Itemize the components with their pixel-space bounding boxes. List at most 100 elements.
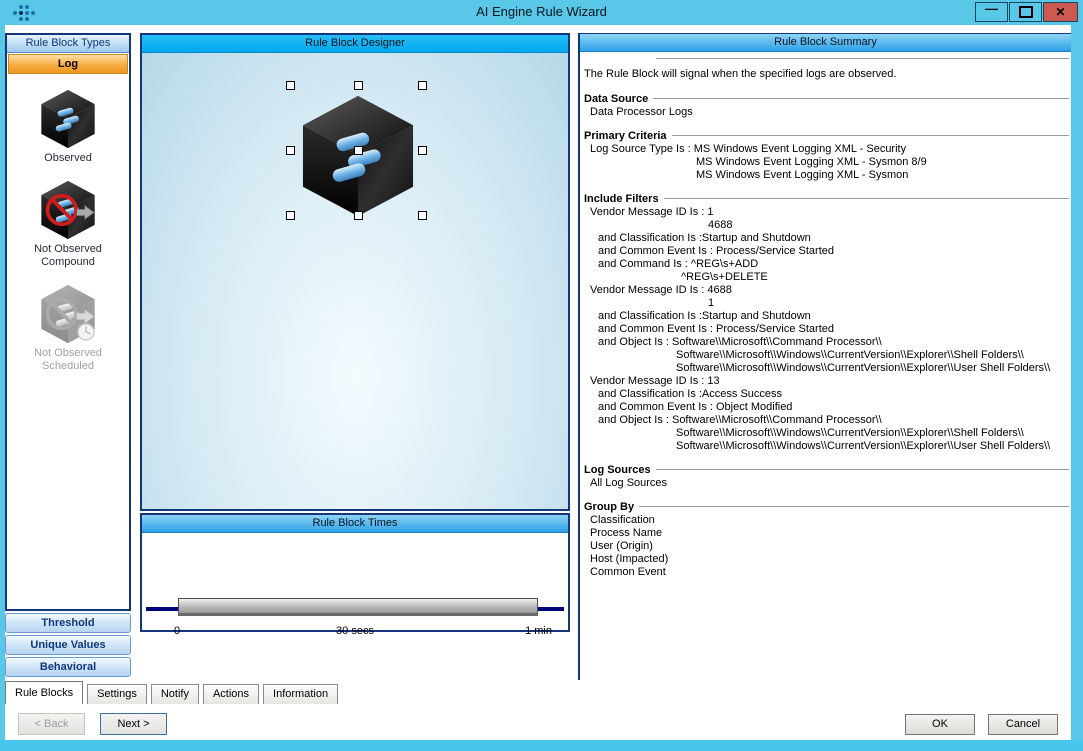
selection-handle[interactable]	[354, 211, 363, 220]
summary-line: MS Windows Event Logging XML - Sysmon	[584, 169, 1069, 182]
rule-type-label: Not Observed Scheduled	[25, 347, 111, 373]
selection-handle[interactable]	[286, 146, 295, 155]
window-title: AI Engine Rule Wizard	[0, 4, 1083, 19]
summary-line: and Common Event Is : Process/Service St…	[584, 245, 1069, 258]
unique-values-category-button[interactable]: Unique Values	[5, 635, 131, 655]
observed-cube-icon	[37, 88, 99, 150]
summary-section-title: Data Source	[584, 93, 648, 106]
summary-section-title: Primary Criteria	[584, 130, 667, 143]
summary-section: Group ByClassificationProcess NameUser (…	[584, 501, 1069, 579]
summary-line: Classification	[584, 514, 1069, 527]
tab-notify[interactable]: Notify	[151, 684, 199, 704]
back-button[interactable]: < Back	[18, 713, 85, 735]
designer-canvas[interactable]	[142, 52, 568, 509]
cancel-button[interactable]: Cancel	[988, 714, 1058, 735]
tab-actions[interactable]: Actions	[203, 684, 259, 704]
rule-block-times-header: Rule Block Times	[142, 515, 568, 533]
tick-label-end: 1 min	[525, 625, 552, 637]
tab-rule-blocks[interactable]: Rule Blocks	[5, 681, 83, 704]
summary-line: Log Source Type Is : MS Windows Event Lo…	[584, 143, 1069, 156]
rule-type-label: Not Observed Compound	[25, 243, 111, 269]
section-divider	[664, 198, 1069, 202]
summary-section-title: Group By	[584, 501, 634, 514]
summary-body: The Rule Block will signal when the spec…	[580, 52, 1071, 579]
rule-block-cube[interactable]	[294, 92, 422, 220]
summary-line: Vendor Message ID Is : 13	[584, 375, 1069, 388]
selection-handle[interactable]	[418, 146, 427, 155]
rule-block-times-panel: Rule Block Times 0 30 secs 1 min	[140, 513, 570, 632]
rule-type-not-observed-scheduled[interactable]: Not Observed Scheduled	[7, 283, 129, 373]
summary-section: Log SourcesAll Log Sources	[584, 464, 1069, 490]
summary-line: and Classification Is :Startup and Shutd…	[584, 232, 1069, 245]
time-slider-range[interactable]	[178, 598, 538, 616]
rule-block-designer-header: Rule Block Designer	[142, 35, 568, 53]
summary-line: Common Event	[584, 566, 1069, 579]
selection-handle[interactable]	[418, 81, 427, 90]
summary-line: Vendor Message ID Is : 1	[584, 206, 1069, 219]
summary-section: Data SourceData Processor Logs	[584, 93, 1069, 119]
maximize-button[interactable]	[1009, 2, 1042, 22]
rule-type-label: Observed	[7, 152, 129, 165]
rule-type-not-observed-compound[interactable]: Not Observed Compound	[7, 179, 129, 269]
behavioral-category-button[interactable]: Behavioral	[5, 657, 131, 677]
summary-line: and Classification Is :Access Success	[584, 388, 1069, 401]
selection-handle[interactable]	[286, 81, 295, 90]
time-slider: 0 30 secs 1 min	[142, 533, 568, 633]
summary-line: and Object Is : Software\\Microsoft\\Com…	[584, 336, 1069, 349]
title-bar: AI Engine Rule Wizard — ✕	[0, 0, 1083, 25]
summary-line: All Log Sources	[584, 477, 1069, 490]
summary-line: and Common Event Is : Process/Service St…	[584, 323, 1069, 336]
summary-line: and Common Event Is : Object Modified	[584, 401, 1069, 414]
tab-settings[interactable]: Settings	[87, 684, 147, 704]
maximize-icon	[1019, 6, 1033, 18]
summary-line: Process Name	[584, 527, 1069, 540]
summary-line: Host (Impacted)	[584, 553, 1069, 566]
summary-line: Software\\Microsoft\\Windows\\CurrentVer…	[584, 362, 1069, 375]
rule-block-types-panel: Rule Block Types Log Observed Not Observ…	[5, 33, 131, 611]
section-divider	[653, 98, 1069, 102]
summary-intro: The Rule Block will signal when the spec…	[584, 68, 1069, 81]
rule-block-designer-panel: Rule Block Designer	[140, 33, 570, 511]
minimize-button[interactable]: —	[975, 2, 1008, 22]
summary-line: ^REG\s+DELETE	[584, 271, 1069, 284]
summary-line: Software\\Microsoft\\Windows\\CurrentVer…	[584, 427, 1069, 440]
not-observed-scheduled-icon	[37, 283, 99, 345]
tab-strip: Rule BlocksSettingsNotifyActionsInformat…	[5, 681, 342, 704]
summary-line: Software\\Microsoft\\Windows\\CurrentVer…	[584, 440, 1069, 453]
selection-handle[interactable]	[286, 211, 295, 220]
threshold-category-button[interactable]: Threshold	[5, 613, 131, 633]
selection-handle[interactable]	[354, 81, 363, 90]
next-button[interactable]: Next >	[100, 713, 167, 735]
summary-section: Include FiltersVendor Message ID Is : 14…	[584, 193, 1069, 453]
summary-line: and Object Is : Software\\Microsoft\\Com…	[584, 414, 1069, 427]
rule-block-types-header: Rule Block Types	[7, 35, 129, 53]
tab-information[interactable]: Information	[263, 684, 338, 704]
log-category-button[interactable]: Log	[8, 54, 128, 74]
close-button[interactable]: ✕	[1043, 2, 1078, 22]
not-observed-compound-icon	[37, 179, 99, 241]
summary-line: User (Origin)	[584, 540, 1069, 553]
summary-line: and Classification Is :Startup and Shutd…	[584, 310, 1069, 323]
summary-section-title: Include Filters	[584, 193, 659, 206]
rule-type-observed[interactable]: Observed	[7, 88, 129, 165]
section-divider	[672, 135, 1069, 139]
section-divider	[656, 469, 1069, 473]
summary-line: 4688	[584, 219, 1069, 232]
summary-sections: Data SourceData Processor Logs Primary Cr…	[584, 93, 1069, 579]
summary-line: MS Windows Event Logging XML - Sysmon 8/…	[584, 156, 1069, 169]
selection-handle[interactable]	[418, 211, 427, 220]
rule-block-summary-header: Rule Block Summary	[580, 34, 1071, 52]
summary-line: Vendor Message ID Is : 4688	[584, 284, 1069, 297]
window-frame-bottom	[0, 740, 1083, 751]
summary-top-divider	[656, 58, 1069, 62]
rule-block-summary-panel: Rule Block Summary The Rule Block will s…	[578, 33, 1071, 680]
summary-section: Primary CriteriaLog Source Type Is : MS …	[584, 130, 1069, 182]
summary-line: Data Processor Logs	[584, 106, 1069, 119]
ok-button[interactable]: OK	[905, 714, 975, 735]
summary-line: Software\\Microsoft\\Windows\\CurrentVer…	[584, 349, 1069, 362]
summary-line: and Command Is : ^REG\s+ADD	[584, 258, 1069, 271]
summary-line: 1	[584, 297, 1069, 310]
summary-section-title: Log Sources	[584, 464, 651, 477]
selection-handle[interactable]	[354, 146, 363, 155]
tick-label-mid: 30 secs	[142, 625, 568, 637]
